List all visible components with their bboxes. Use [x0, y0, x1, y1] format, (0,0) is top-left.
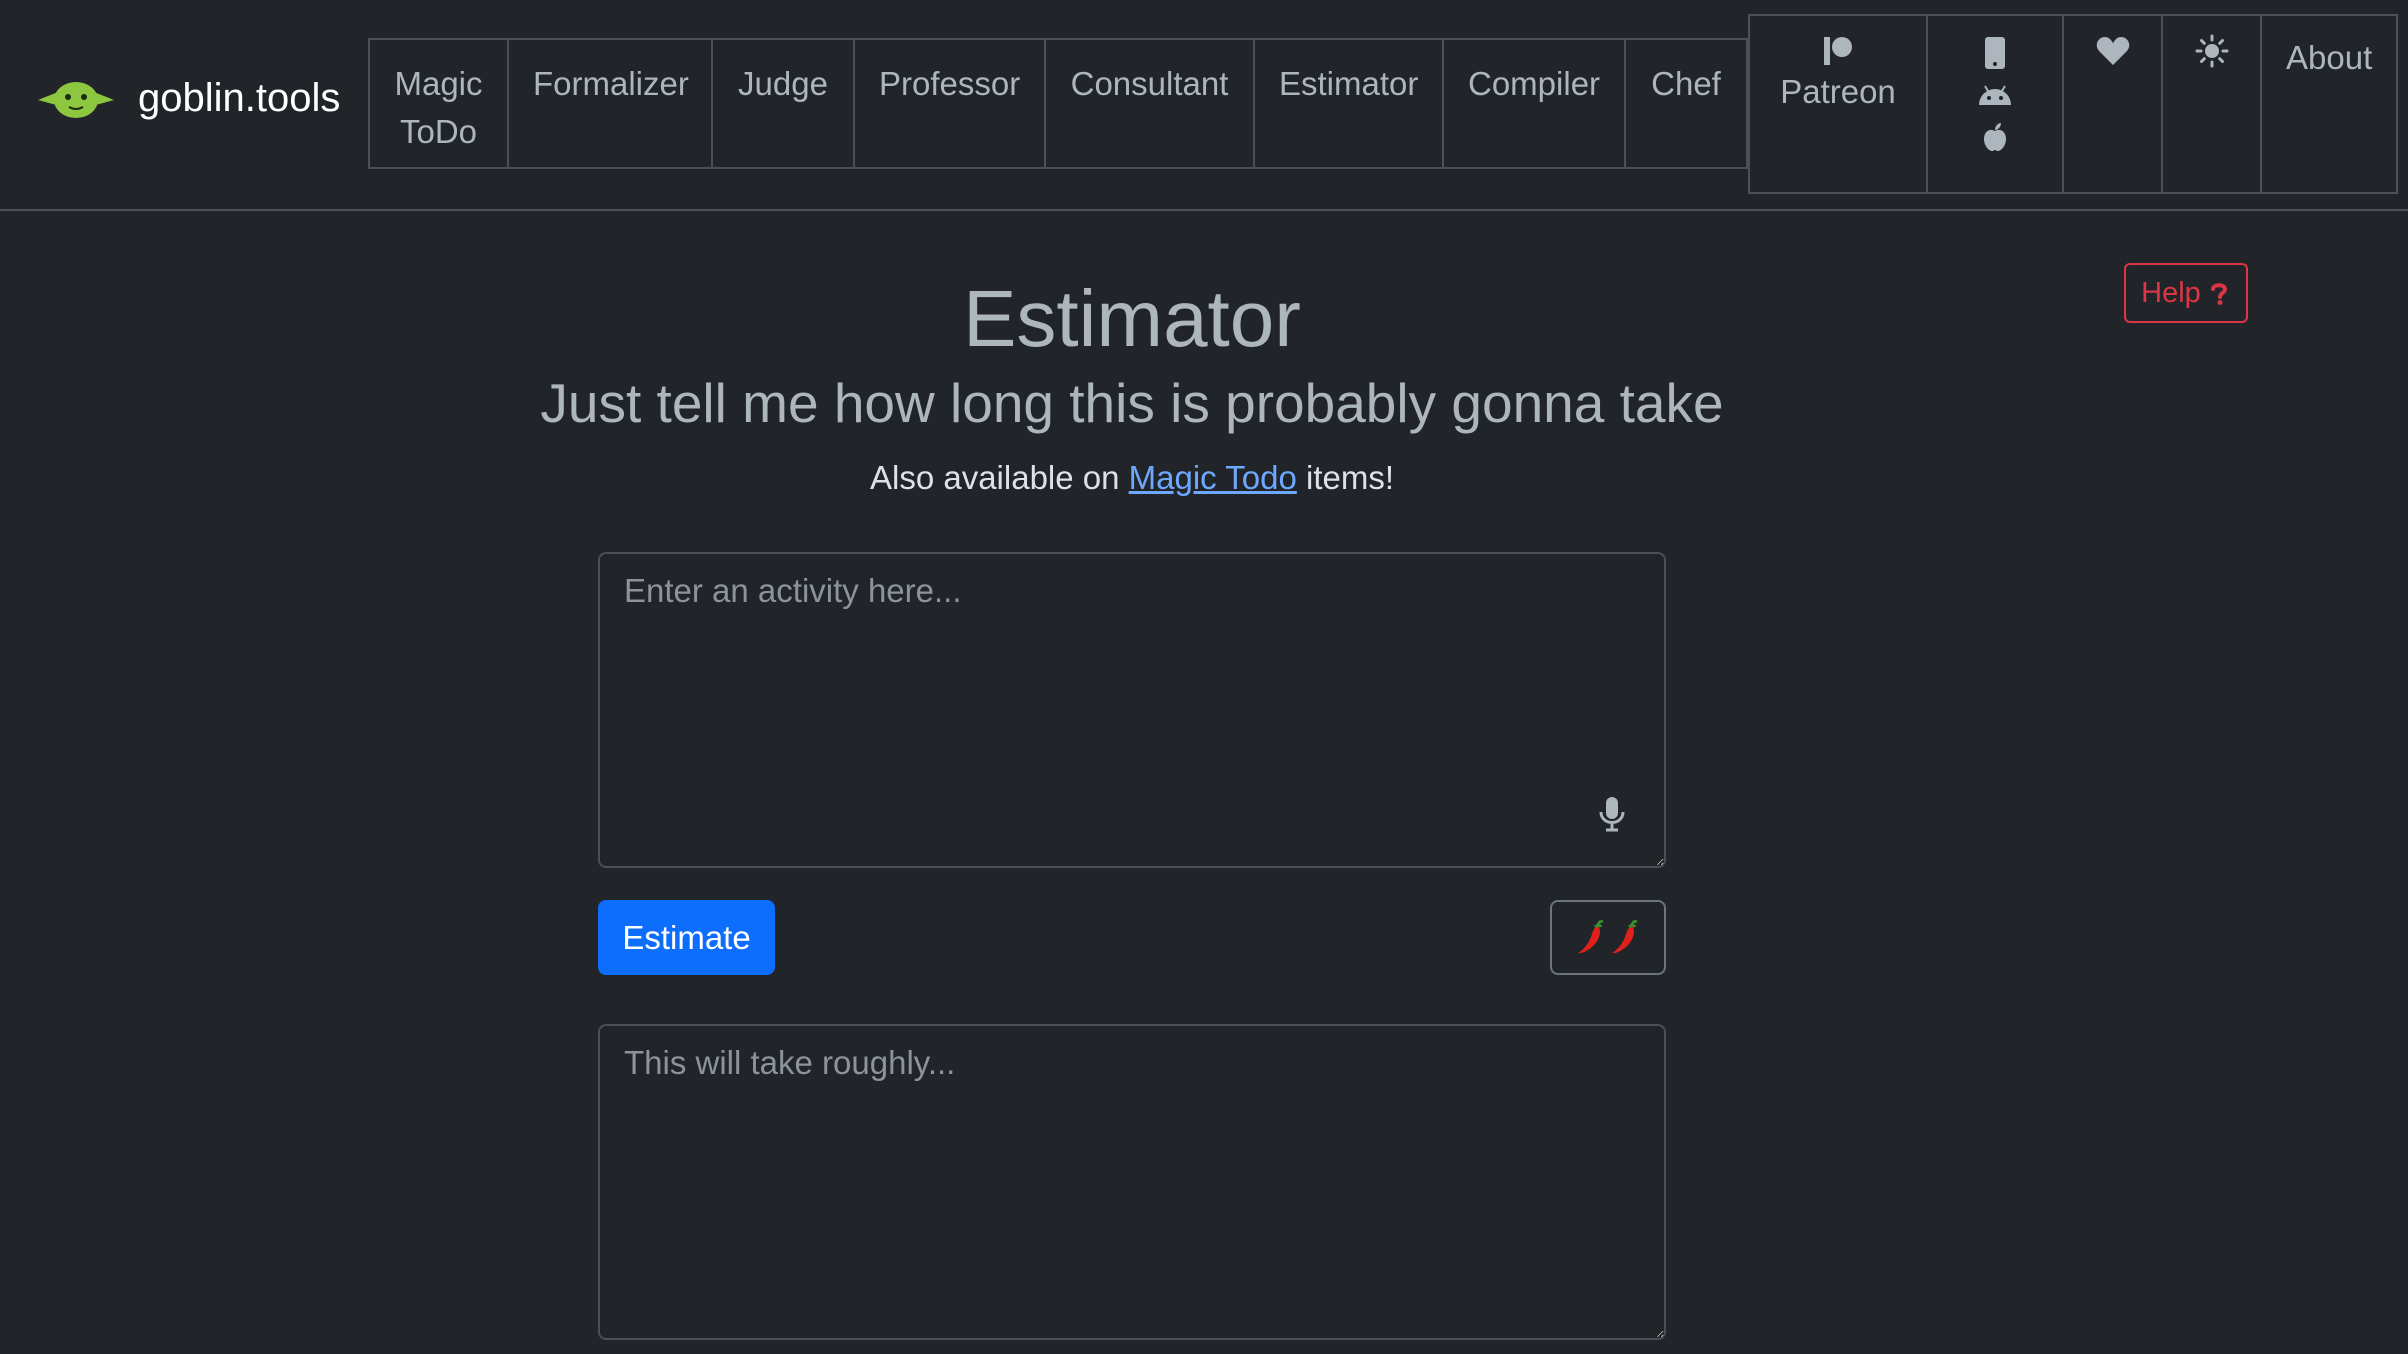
magic-todo-link[interactable]: Magic Todo [1129, 459, 1297, 496]
nav-item-formalizer[interactable]: Formalizer [507, 38, 713, 169]
nav-item-theme[interactable] [2161, 14, 2262, 194]
goblin-logo-icon [38, 82, 114, 118]
nav-label: Chef [1651, 65, 1721, 102]
secondary-nav: Patreon About [1748, 14, 2398, 194]
mobile-phone-icon [1985, 37, 2005, 69]
also-suffix: items! [1306, 459, 1395, 496]
chili-pepper-icon [1578, 919, 1604, 953]
nav-item-magic-todo[interactable]: Magic ToDo [368, 38, 509, 169]
nav-label: Judge [738, 65, 828, 102]
brand-name: goblin.tools [138, 75, 341, 120]
also-prefix: Also available on [869, 459, 1120, 496]
microphone-icon[interactable] [1598, 796, 1626, 832]
estimate-button[interactable]: Estimate [598, 900, 775, 975]
chili-pepper-icon [1612, 919, 1638, 953]
nav-item-chef[interactable]: Chef [1624, 38, 1748, 169]
estimate-result-output[interactable] [598, 1024, 1666, 1340]
nav-label: Compiler [1468, 65, 1601, 102]
also-available-note: Also available on Magic Todo items! [0, 459, 2264, 497]
patreon-label: Patreon [1780, 73, 1896, 110]
nav-item-consultant[interactable]: Consultant [1044, 38, 1255, 169]
page-title: Estimator [963, 274, 1301, 363]
nav-item-donate[interactable] [2062, 14, 2163, 194]
sun-icon [2195, 34, 2228, 68]
nav-label: Estimator [1279, 65, 1419, 102]
heart-icon [2096, 37, 2129, 65]
tool-nav: Magic ToDo Formalizer Judge Professor Co… [368, 38, 1748, 169]
nav-item-about[interactable]: About [2260, 14, 2398, 194]
nav-label-line1: Magic [394, 65, 483, 102]
page-subtitle: Just tell me how long this is probably g… [540, 372, 1724, 434]
android-icon [1979, 85, 2011, 105]
nav-label-line2: ToDo [399, 113, 478, 150]
spiciness-button[interactable] [1550, 900, 1666, 975]
about-label: About [2286, 39, 2373, 76]
nav-item-apps[interactable] [1926, 14, 2064, 194]
nav-item-patreon[interactable]: Patreon [1748, 14, 1928, 194]
nav-label: Consultant [1070, 65, 1229, 102]
nav-item-professor[interactable]: Professor [853, 38, 1046, 169]
top-navbar: goblin.tools Magic ToDo Formalizer Judge… [0, 0, 2408, 211]
nav-item-compiler[interactable]: Compiler [1442, 38, 1626, 169]
patreon-icon [1824, 37, 1852, 65]
activity-input[interactable] [598, 552, 1666, 868]
nav-label: Formalizer [533, 65, 689, 102]
apple-icon [1984, 123, 2006, 151]
nav-item-judge[interactable]: Judge [711, 38, 855, 169]
nav-label: Professor [879, 65, 1021, 102]
nav-item-estimator[interactable]: Estimator [1253, 38, 1444, 169]
brand-link[interactable]: goblin.tools [36, 68, 340, 128]
